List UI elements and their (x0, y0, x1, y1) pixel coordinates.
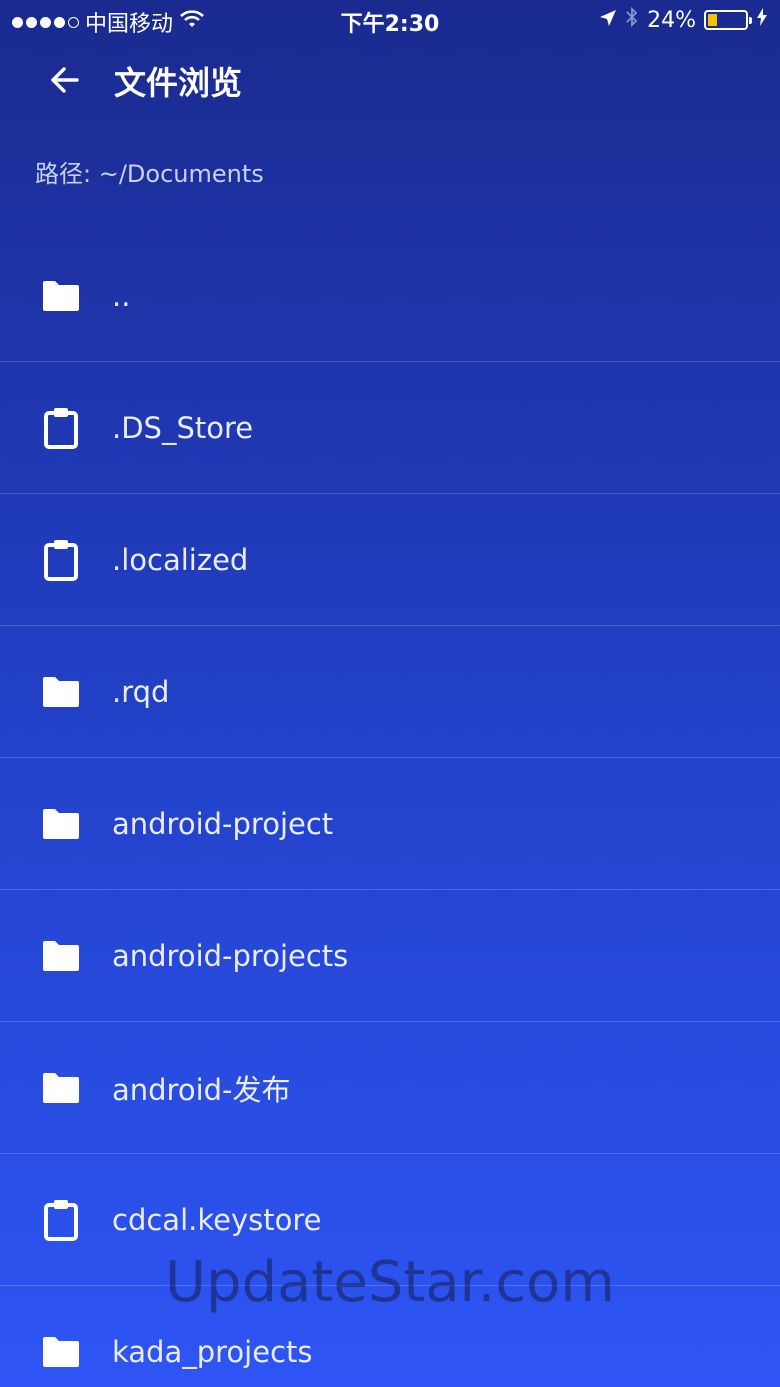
folder-icon (40, 803, 82, 845)
file-row[interactable]: android-project (0, 758, 780, 890)
file-name: android-project (112, 806, 334, 841)
battery-level-fill (708, 14, 717, 26)
file-name: android-projects (112, 938, 349, 973)
folder-icon (40, 275, 82, 317)
back-button[interactable] (40, 58, 90, 102)
folder-icon (40, 1331, 82, 1373)
arrow-left-icon (51, 67, 79, 93)
location-arrow-icon (599, 8, 617, 33)
folder-icon (40, 935, 82, 977)
file-name: .localized (112, 542, 249, 577)
file-name: android-发布 (112, 1072, 291, 1107)
page-title: 文件浏览 (114, 64, 243, 102)
file-name: kada_projects (112, 1334, 313, 1369)
battery-icon (704, 10, 752, 30)
folder-icon (40, 1067, 82, 1109)
status-bar: 中国移动 下午2:30 24% (0, 0, 780, 40)
clipboard-icon (40, 407, 82, 449)
file-row[interactable]: android-projects (0, 890, 780, 1022)
file-list: .. .DS_Store .localized .rqd android-project… (0, 230, 780, 1387)
file-row[interactable]: kada_projects (0, 1286, 780, 1387)
file-row[interactable]: .localized (0, 494, 780, 626)
battery-percent: 24% (647, 7, 696, 33)
app-bar: 文件浏览 (0, 40, 780, 120)
file-row[interactable]: android-发布 (0, 1022, 780, 1154)
file-name: cdcal.keystore (112, 1202, 322, 1237)
file-row[interactable]: .rqd (0, 626, 780, 758)
charging-bolt-icon (756, 7, 768, 33)
status-right: 24% (599, 6, 768, 34)
clipboard-icon (40, 1199, 82, 1241)
clipboard-icon (40, 539, 82, 581)
file-row[interactable]: .DS_Store (0, 362, 780, 494)
path-label: 路径: ~/Documents (35, 160, 264, 188)
file-row[interactable]: .. (0, 230, 780, 362)
file-name: .rqd (112, 674, 170, 709)
folder-icon (40, 671, 82, 713)
file-name: .DS_Store (112, 410, 254, 445)
file-name: .. (112, 278, 131, 313)
bluetooth-icon (625, 6, 639, 34)
file-row[interactable]: cdcal.keystore (0, 1154, 780, 1286)
